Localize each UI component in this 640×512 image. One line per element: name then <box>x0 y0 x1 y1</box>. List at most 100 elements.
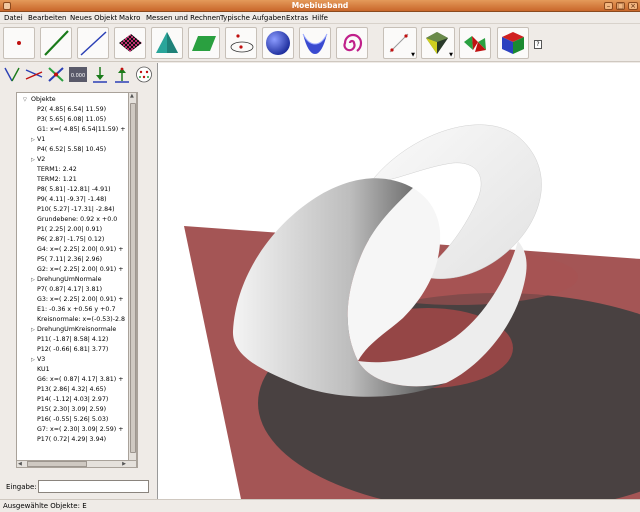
tree-item[interactable]: KU1 <box>37 365 50 374</box>
plane-tool[interactable] <box>188 27 220 59</box>
tree-item[interactable]: G1: x=( 4.85| 6.54|11.59) + <box>37 125 126 134</box>
tree-item-label: Grundebene: 0.92 x +0.0 <box>37 216 118 223</box>
tree-item[interactable]: ▷ DrehungUmKreisnormale <box>31 325 116 334</box>
tree-item[interactable]: Kreisnormale: x=(-0.53)-2.8 <box>37 315 125 324</box>
tree-item-label: P8( 5.81| -12.81| -4.91) <box>37 186 111 193</box>
window-title: Moebiusband <box>291 1 349 10</box>
intersect-tool[interactable] <box>24 65 44 84</box>
tree-item[interactable]: P17( 0.72| 4.29| 3.94) <box>37 435 106 444</box>
tree-item[interactable]: P2( 4.85| 6.54| 11.59) <box>37 105 106 114</box>
close-icon[interactable]: × <box>628 2 638 10</box>
raise-point-tool[interactable] <box>112 65 132 84</box>
scroll-up-icon[interactable]: ▲ <box>130 93 134 99</box>
tree-item[interactable]: P15( 2.30| 3.09| 2.59) <box>37 405 106 414</box>
grid-plane-tool[interactable] <box>114 27 146 59</box>
tree-item[interactable]: ▷ DrehungUmNormale <box>31 275 102 284</box>
tree-item[interactable]: P6( 2.87| -1.75| 0.12) <box>37 235 104 244</box>
menu-hilfe[interactable]: Hilfe <box>312 14 328 22</box>
tree-item[interactable]: P4( 6.52| 5.58| 10.45) <box>37 145 106 154</box>
scroll-left-icon[interactable]: ◀ <box>18 461 22 467</box>
tree-item[interactable]: G7: x=( 2.30| 3.09| 2.59) + <box>37 425 124 434</box>
tree-item-label: P6( 2.87| -1.75| 0.12) <box>37 236 105 243</box>
pyramid-tool[interactable] <box>151 27 183 59</box>
tree-vertical-scrollbar[interactable]: ▲ ▼ <box>128 92 137 468</box>
tree-item[interactable]: G2: x=( 2.25| 2.00| 0.91) + <box>37 265 124 274</box>
menu-typische-aufgaben[interactable]: Typische Aufgaben <box>220 14 286 22</box>
tree-item[interactable]: G4: x=( 2.25| 2.00| 0.91) + <box>37 245 124 254</box>
tree-horizontal-scrollbar[interactable]: ◀ ▶ <box>16 460 137 468</box>
menu-messen-und-rechnen[interactable]: Messen und Rechnen <box>146 14 220 22</box>
input-label: Eingabe: <box>6 483 37 491</box>
tree-item[interactable]: ▷ V3 <box>31 355 45 364</box>
minimize-icon[interactable]: – <box>604 2 613 10</box>
tree-item-label: G6: x=( 0.87| 4.17| 3.81) + <box>37 376 124 383</box>
tree-item[interactable]: TERM1: 2.42 <box>37 165 77 174</box>
tree-item[interactable]: P13( 2.86| 4.32| 4.65) <box>37 385 106 394</box>
dropdown-arrow-icon[interactable]: ▼ <box>449 52 453 58</box>
tree-item[interactable]: ▷ V1 <box>31 135 45 144</box>
tree-item-label: P1( 2.25| 2.00| 0.91) <box>37 226 103 233</box>
menu-neues-objekt[interactable]: Neues Objekt <box>70 14 117 22</box>
tree-item[interactable]: G6: x=( 0.87| 4.17| 3.81) + <box>37 375 124 384</box>
surface-tool[interactable] <box>299 27 331 59</box>
drop-point-tool[interactable] <box>90 65 110 84</box>
point-tool[interactable] <box>3 27 35 59</box>
tree-root-label: Objekte <box>31 96 56 103</box>
dropdown-arrow-icon[interactable]: ▼ <box>411 52 415 58</box>
tree-item[interactable]: P11( -1.87| 8.58| 4.12) <box>37 335 108 344</box>
tree-item[interactable]: G3: x=( 2.25| 2.00| 0.91) + <box>37 295 124 304</box>
sphere-tool[interactable] <box>262 27 294 59</box>
expanded-icon[interactable]: ▽ <box>23 96 29 105</box>
surface-icon <box>302 33 328 54</box>
scroll-right-icon[interactable]: ▶ <box>122 461 126 467</box>
cross-lines-icon <box>48 67 64 82</box>
horizontal-scroll-thumb[interactable] <box>27 461 87 467</box>
tree-item-label: P11( -1.87| 8.58| 4.12) <box>37 336 109 343</box>
angle-tool[interactable] <box>2 65 22 84</box>
tree-item[interactable]: P10( 5.27| -17.31| -2.84) <box>37 205 115 214</box>
value-display-tool[interactable]: 0.000 <box>68 65 88 84</box>
vector-tool[interactable]: ▼ <box>383 27 417 59</box>
tree-item[interactable]: E1: -0.36 x +0.56 y +0.7 <box>37 305 115 314</box>
tree-item[interactable]: P8( 5.81| -12.81| -4.91) <box>37 185 111 194</box>
polyhedron-tool[interactable]: ▼ <box>421 27 455 59</box>
tree-item[interactable]: P5( 7.11| 2.36| 2.96) <box>37 255 102 264</box>
tree-item[interactable]: TERM2: 1.21 <box>37 175 77 184</box>
menu-datei[interactable]: Datei <box>4 14 23 22</box>
menu-extras[interactable]: Extras <box>286 14 308 22</box>
tree-item-label: P12( -0.66| 6.81| 3.77) <box>37 346 109 353</box>
segment-tool[interactable] <box>40 27 72 59</box>
help-button[interactable]: ? <box>534 40 542 49</box>
vertical-scroll-thumb[interactable] <box>130 103 136 453</box>
secondary-toolbar: 0.000 <box>0 63 157 85</box>
tree-item[interactable]: P14( -1.12| 4.03| 2.97) <box>37 395 108 404</box>
segment-icon <box>44 30 69 56</box>
tree-item-label: P13( 2.86| 4.32| 4.65) <box>37 386 107 393</box>
cross-tool[interactable] <box>46 65 66 84</box>
cube-tool[interactable] <box>497 27 529 59</box>
tree-root[interactable]: ▽ Objekte <box>23 95 56 104</box>
tetrahedron-tool[interactable] <box>459 27 491 59</box>
tree-item[interactable]: P1( 2.25| 2.00| 0.91) <box>37 225 102 234</box>
circle-tool[interactable] <box>225 27 257 59</box>
menu-makro[interactable]: Makro <box>119 14 140 22</box>
tree-item[interactable]: P12( -0.66| 6.81| 3.77) <box>37 345 108 354</box>
tree-item[interactable]: Grundebene: 0.92 x +0.0 <box>37 215 117 224</box>
tree-item[interactable]: P16( -0.55| 5.26| 5.03) <box>37 415 108 424</box>
maximize-icon[interactable]: □ <box>616 2 625 10</box>
tree-item[interactable]: P9( 4.11| -9.37| -1.48) <box>37 195 107 204</box>
intersect-lines-icon <box>25 69 43 80</box>
dots-circle-icon <box>136 66 152 83</box>
tree-item-label: P5( 7.11| 2.36| 2.96) <box>37 256 103 263</box>
line-tool[interactable] <box>77 27 109 59</box>
tree-item[interactable]: P3( 5.65| 6.08| 11.05) <box>37 115 106 124</box>
menu-bearbeiten[interactable]: Bearbeiten <box>28 14 66 22</box>
3d-canvas[interactable] <box>157 63 640 499</box>
point-circle-tool[interactable] <box>134 65 154 84</box>
curve-tool[interactable] <box>336 27 368 59</box>
object-tree[interactable]: ▽ Objekte P2( 4.85| 6.54| 11.59) P3( 5.65… <box>16 92 138 468</box>
tree-item-label: P9( 4.11| -9.37| -1.48) <box>37 196 107 203</box>
tree-item[interactable]: P7( 0.87| 4.17| 3.81) <box>37 285 102 294</box>
tree-item[interactable]: ▷ V2 <box>31 155 45 164</box>
command-input[interactable] <box>38 480 149 493</box>
